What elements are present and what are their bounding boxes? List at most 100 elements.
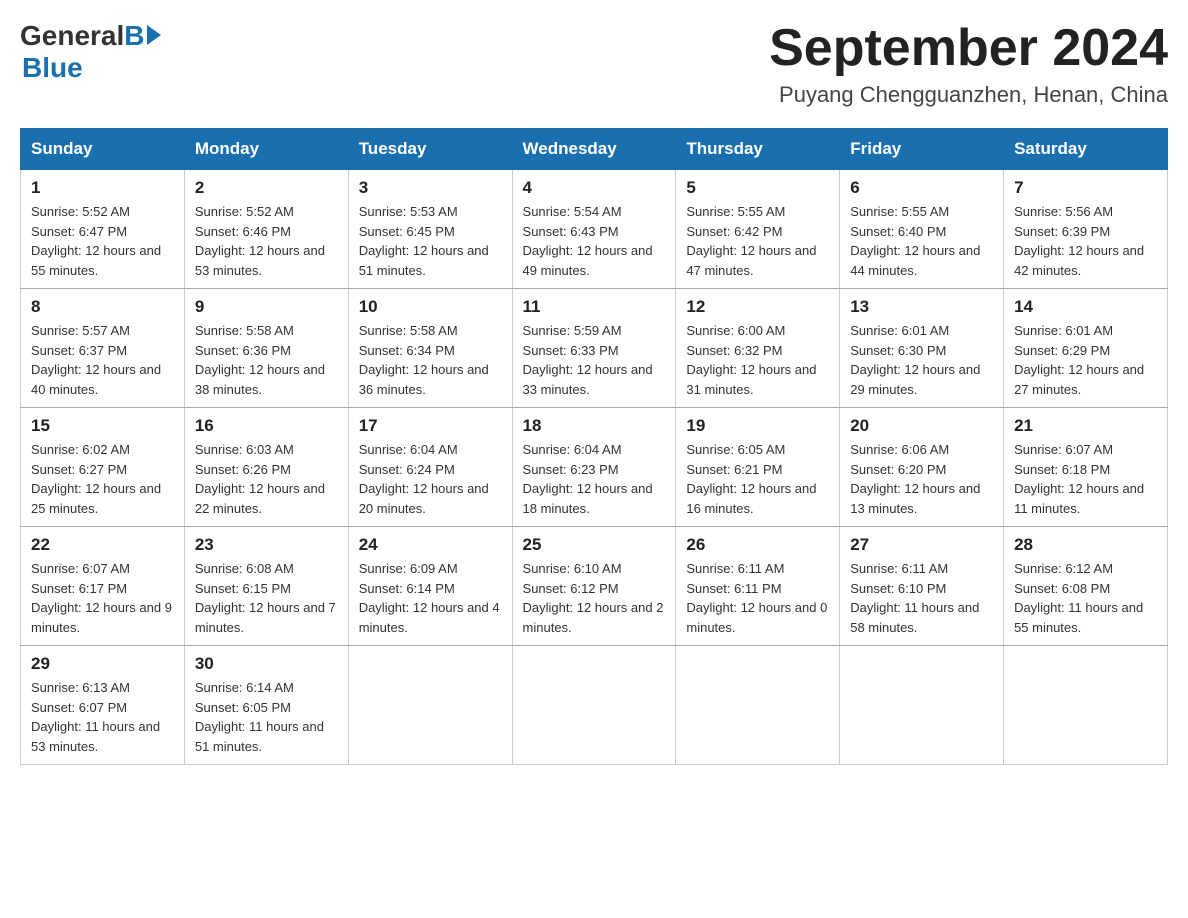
calendar-row: 8Sunrise: 5:57 AMSunset: 6:37 PMDaylight… — [21, 289, 1168, 408]
calendar-cell: 21Sunrise: 6:07 AMSunset: 6:18 PMDayligh… — [1004, 408, 1168, 527]
day-info: Sunrise: 6:04 AMSunset: 6:23 PMDaylight:… — [523, 440, 666, 518]
day-info: Sunrise: 5:52 AMSunset: 6:47 PMDaylight:… — [31, 202, 174, 280]
calendar-cell: 13 Sunrise: 6:01 AMSunset: 6:30 PMDayligh… — [840, 289, 1004, 408]
calendar-cell: 27 Sunrise: 6:11 AMSunset: 6:10 PMDayligh… — [840, 527, 1004, 646]
calendar-cell: 10 Sunrise: 5:58 AMSunset: 6:34 PMDayligh… — [348, 289, 512, 408]
logo-blue-text: Blue — [22, 52, 83, 84]
day-number: 16 — [195, 416, 338, 436]
calendar-cell: 3 Sunrise: 5:53 AMSunset: 6:45 PMDaylight… — [348, 170, 512, 289]
calendar-row: 22Sunrise: 6:07 AMSunset: 6:17 PMDayligh… — [21, 527, 1168, 646]
calendar-cell: 2 Sunrise: 5:52 AMSunset: 6:46 PMDaylight… — [184, 170, 348, 289]
day-info: Sunrise: 6:14 AMSunset: 6:05 PMDaylight:… — [195, 678, 338, 756]
logo-b-letter: B — [124, 20, 144, 52]
day-number: 23 — [195, 535, 338, 555]
day-info: Sunrise: 5:58 AMSunset: 6:36 PMDaylight:… — [195, 321, 338, 399]
day-number: 8 — [31, 297, 174, 317]
calendar-cell: 20Sunrise: 6:06 AMSunset: 6:20 PMDayligh… — [840, 408, 1004, 527]
day-number: 11 — [523, 297, 666, 317]
day-info: Sunrise: 6:11 AMSunset: 6:11 PMDaylight:… — [686, 559, 829, 637]
calendar-cell: 24 Sunrise: 6:09 AMSunset: 6:14 PMDayligh… — [348, 527, 512, 646]
month-title: September 2024 — [769, 20, 1168, 77]
calendar-cell: 26 Sunrise: 6:11 AMSunset: 6:11 PMDayligh… — [676, 527, 840, 646]
title-area: September 2024 Puyang Chengguanzhen, Hen… — [769, 20, 1168, 108]
day-number: 12 — [686, 297, 829, 317]
calendar-cell: 18 Sunrise: 6:04 AMSunset: 6:23 PMDayligh… — [512, 408, 676, 527]
logo-blue-part: B — [124, 20, 160, 52]
page-header: General B Blue September 2024 Puyang Che… — [20, 20, 1168, 108]
calendar-cell: 7Sunrise: 5:56 AMSunset: 6:39 PMDaylight… — [1004, 170, 1168, 289]
calendar-cell: 19Sunrise: 6:05 AMSunset: 6:21 PMDayligh… — [676, 408, 840, 527]
day-info: Sunrise: 6:12 AMSunset: 6:08 PMDaylight:… — [1014, 559, 1157, 637]
header-row: Sunday Monday Tuesday Wednesday Thursday… — [21, 129, 1168, 170]
day-number: 19 — [686, 416, 829, 436]
calendar-table: Sunday Monday Tuesday Wednesday Thursday… — [20, 128, 1168, 765]
day-info: Sunrise: 6:09 AMSunset: 6:14 PMDaylight:… — [359, 559, 502, 637]
day-info: Sunrise: 6:06 AMSunset: 6:20 PMDaylight:… — [850, 440, 993, 518]
day-info: Sunrise: 6:07 AMSunset: 6:17 PMDaylight:… — [31, 559, 174, 637]
day-number: 29 — [31, 654, 174, 674]
calendar-cell — [676, 646, 840, 765]
day-info: Sunrise: 5:54 AMSunset: 6:43 PMDaylight:… — [523, 202, 666, 280]
day-number: 26 — [686, 535, 829, 555]
col-wednesday: Wednesday — [512, 129, 676, 170]
day-info: Sunrise: 6:13 AMSunset: 6:07 PMDaylight:… — [31, 678, 174, 756]
calendar-cell: 9Sunrise: 5:58 AMSunset: 6:36 PMDaylight… — [184, 289, 348, 408]
calendar-cell: 5Sunrise: 5:55 AMSunset: 6:42 PMDaylight… — [676, 170, 840, 289]
day-number: 3 — [359, 178, 502, 198]
calendar-row: 29 Sunrise: 6:13 AMSunset: 6:07 PMDayligh… — [21, 646, 1168, 765]
day-info: Sunrise: 5:55 AMSunset: 6:42 PMDaylight:… — [686, 202, 829, 280]
calendar-cell: 11 Sunrise: 5:59 AMSunset: 6:33 PMDayligh… — [512, 289, 676, 408]
calendar-row: 1 Sunrise: 5:52 AMSunset: 6:47 PMDaylight… — [21, 170, 1168, 289]
day-number: 24 — [359, 535, 502, 555]
day-info: Sunrise: 5:56 AMSunset: 6:39 PMDaylight:… — [1014, 202, 1157, 280]
calendar-cell: 22Sunrise: 6:07 AMSunset: 6:17 PMDayligh… — [21, 527, 185, 646]
day-number: 28 — [1014, 535, 1157, 555]
day-info: Sunrise: 6:01 AMSunset: 6:29 PMDaylight:… — [1014, 321, 1157, 399]
calendar-cell: 30 Sunrise: 6:14 AMSunset: 6:05 PMDayligh… — [184, 646, 348, 765]
col-thursday: Thursday — [676, 129, 840, 170]
day-info: Sunrise: 6:00 AMSunset: 6:32 PMDaylight:… — [686, 321, 829, 399]
calendar-cell: 25 Sunrise: 6:10 AMSunset: 6:12 PMDayligh… — [512, 527, 676, 646]
day-info: Sunrise: 5:53 AMSunset: 6:45 PMDaylight:… — [359, 202, 502, 280]
calendar-cell: 29 Sunrise: 6:13 AMSunset: 6:07 PMDayligh… — [21, 646, 185, 765]
day-number: 30 — [195, 654, 338, 674]
day-number: 17 — [359, 416, 502, 436]
day-info: Sunrise: 6:08 AMSunset: 6:15 PMDaylight:… — [195, 559, 338, 637]
calendar-cell: 6Sunrise: 5:55 AMSunset: 6:40 PMDaylight… — [840, 170, 1004, 289]
day-info: Sunrise: 6:10 AMSunset: 6:12 PMDaylight:… — [523, 559, 666, 637]
logo-general-text: General — [20, 20, 124, 52]
col-sunday: Sunday — [21, 129, 185, 170]
calendar-cell — [512, 646, 676, 765]
calendar-cell: 23 Sunrise: 6:08 AMSunset: 6:15 PMDayligh… — [184, 527, 348, 646]
day-number: 25 — [523, 535, 666, 555]
col-tuesday: Tuesday — [348, 129, 512, 170]
day-number: 10 — [359, 297, 502, 317]
calendar-cell: 4 Sunrise: 5:54 AMSunset: 6:43 PMDaylight… — [512, 170, 676, 289]
calendar-cell: 28 Sunrise: 6:12 AMSunset: 6:08 PMDayligh… — [1004, 527, 1168, 646]
location-title: Puyang Chengguanzhen, Henan, China — [769, 82, 1168, 108]
calendar-cell: 12 Sunrise: 6:00 AMSunset: 6:32 PMDayligh… — [676, 289, 840, 408]
day-number: 2 — [195, 178, 338, 198]
day-number: 13 — [850, 297, 993, 317]
col-monday: Monday — [184, 129, 348, 170]
day-number: 15 — [31, 416, 174, 436]
day-info: Sunrise: 5:58 AMSunset: 6:34 PMDaylight:… — [359, 321, 502, 399]
day-number: 27 — [850, 535, 993, 555]
day-info: Sunrise: 5:59 AMSunset: 6:33 PMDaylight:… — [523, 321, 666, 399]
day-number: 18 — [523, 416, 666, 436]
day-info: Sunrise: 6:11 AMSunset: 6:10 PMDaylight:… — [850, 559, 993, 637]
day-number: 1 — [31, 178, 174, 198]
day-number: 6 — [850, 178, 993, 198]
calendar-cell — [840, 646, 1004, 765]
logo-triangle-icon — [147, 25, 161, 45]
logo: General B Blue — [20, 20, 161, 84]
day-number: 4 — [523, 178, 666, 198]
calendar-cell — [1004, 646, 1168, 765]
day-info: Sunrise: 6:02 AMSunset: 6:27 PMDaylight:… — [31, 440, 174, 518]
day-info: Sunrise: 6:07 AMSunset: 6:18 PMDaylight:… — [1014, 440, 1157, 518]
day-info: Sunrise: 6:01 AMSunset: 6:30 PMDaylight:… — [850, 321, 993, 399]
calendar-row: 15 Sunrise: 6:02 AMSunset: 6:27 PMDayligh… — [21, 408, 1168, 527]
calendar-cell: 1 Sunrise: 5:52 AMSunset: 6:47 PMDaylight… — [21, 170, 185, 289]
calendar-cell: 17Sunrise: 6:04 AMSunset: 6:24 PMDayligh… — [348, 408, 512, 527]
day-info: Sunrise: 5:52 AMSunset: 6:46 PMDaylight:… — [195, 202, 338, 280]
